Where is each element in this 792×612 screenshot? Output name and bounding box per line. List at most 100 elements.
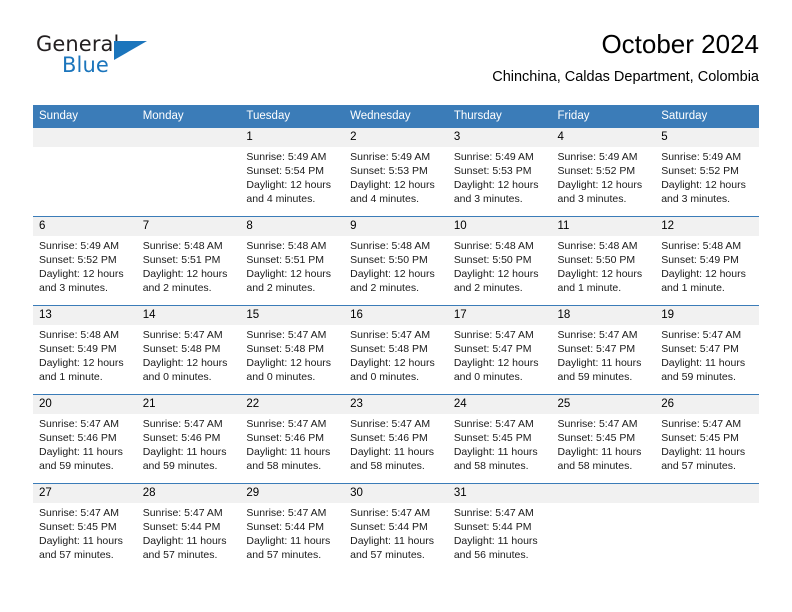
day-details: Sunrise: 5:49 AM Sunset: 5:53 PM Daylight:… xyxy=(344,147,448,206)
weekday-header-thursday: Thursday xyxy=(447,105,552,128)
general-blue-logo[interactable]: General Blue xyxy=(33,32,233,88)
day-detail-line: Sunset: 5:46 PM xyxy=(350,432,428,444)
calendar-day-cell[interactable]: 17 Sunrise: 5:47 AM Sunset: 5:47 PM Dayligh… xyxy=(447,305,552,395)
day-details: Sunrise: 5:49 AM Sunset: 5:53 PM Daylight:… xyxy=(448,147,552,206)
day-detail-line: Daylight: 12 hours xyxy=(39,357,124,369)
weekday-header-saturday: Saturday xyxy=(655,105,759,128)
calendar-day-cell[interactable]: 11 Sunrise: 5:48 AM Sunset: 5:50 PM Dayligh… xyxy=(551,216,656,306)
day-details: Sunrise: 5:48 AM Sunset: 5:50 PM Daylight:… xyxy=(448,236,552,295)
day-detail-line: Daylight: 11 hours xyxy=(246,446,331,458)
day-details: Sunrise: 5:47 AM Sunset: 5:44 PM Daylight:… xyxy=(448,503,552,562)
day-detail-line: Daylight: 12 hours xyxy=(453,179,539,191)
calendar-day-cell[interactable]: 24 Sunrise: 5:47 AM Sunset: 5:45 PM Dayligh… xyxy=(447,394,552,484)
calendar-day-cell[interactable]: 13 Sunrise: 5:48 AM Sunset: 5:49 PM Dayligh… xyxy=(33,305,137,395)
day-detail-line: Sunrise: 5:48 AM xyxy=(142,240,223,252)
calendar-day-cell[interactable]: 16 Sunrise: 5:47 AM Sunset: 5:48 PM Dayligh… xyxy=(344,305,448,395)
calendar-day-cell[interactable]: 4 Sunrise: 5:49 AM Sunset: 5:52 PM Daylight… xyxy=(551,128,656,217)
day-details: Sunrise: 5:47 AM Sunset: 5:44 PM Daylight:… xyxy=(137,503,241,562)
day-number: 23 xyxy=(344,395,448,414)
calendar-day-cell[interactable]: 1 Sunrise: 5:49 AM Sunset: 5:54 PM Daylight… xyxy=(240,128,345,217)
day-detail-line: Sunset: 5:52 PM xyxy=(557,165,636,177)
day-detail-line: and 2 minutes. xyxy=(142,282,212,294)
calendar-day-cell[interactable]: 19 Sunrise: 5:47 AM Sunset: 5:47 PM Dayligh… xyxy=(655,305,759,395)
day-details: Sunrise: 5:47 AM Sunset: 5:46 PM Daylight:… xyxy=(344,414,448,473)
calendar-head: Sunday Monday Tuesday Wednesday Thursday Frid… xyxy=(33,105,759,128)
day-number: 6 xyxy=(33,217,137,236)
day-number: 11 xyxy=(551,217,656,236)
calendar-day-cell[interactable]: 20 Sunrise: 5:47 AM Sunset: 5:46 PM Dayligh… xyxy=(33,394,137,484)
day-detail-line: and 57 minutes. xyxy=(39,549,114,561)
calendar-table: Sunday Monday Tuesday Wednesday Thursday Frid… xyxy=(33,105,759,572)
day-detail-line: Sunrise: 5:47 AM xyxy=(557,418,638,430)
day-detail-line: Daylight: 12 hours xyxy=(557,268,643,280)
calendar-day-cell[interactable]: 8 Sunrise: 5:48 AM Sunset: 5:51 PM Daylight… xyxy=(240,216,345,306)
day-detail-line: Daylight: 12 hours xyxy=(246,357,332,369)
day-details: Sunrise: 5:47 AM Sunset: 5:48 PM Daylight:… xyxy=(240,325,344,384)
day-detail-line: Sunrise: 5:49 AM xyxy=(661,151,742,163)
day-detail-line: Daylight: 11 hours xyxy=(246,535,331,547)
calendar-day-cell[interactable]: 14 Sunrise: 5:47 AM Sunset: 5:48 PM Dayligh… xyxy=(136,305,241,395)
day-number: 2 xyxy=(344,128,448,147)
calendar-day-cell[interactable]: 27 Sunrise: 5:47 AM Sunset: 5:45 PM Dayligh… xyxy=(33,483,137,572)
calendar-week-row: 1 Sunrise: 5:49 AM Sunset: 5:54 PM Daylight… xyxy=(33,128,759,217)
day-detail-line: Daylight: 11 hours xyxy=(453,446,538,458)
calendar-day-cell[interactable]: 7 Sunrise: 5:48 AM Sunset: 5:51 PM Daylight… xyxy=(136,216,241,306)
day-detail-line: Sunset: 5:53 PM xyxy=(350,165,428,177)
day-number: 19 xyxy=(655,306,759,325)
day-details: Sunrise: 5:47 AM Sunset: 5:46 PM Daylight:… xyxy=(137,414,241,473)
calendar-day-cell[interactable]: 3 Sunrise: 5:49 AM Sunset: 5:53 PM Daylight… xyxy=(447,128,552,217)
day-detail-line: and 57 minutes. xyxy=(142,549,218,561)
calendar-day-cell[interactable]: 18 Sunrise: 5:47 AM Sunset: 5:47 PM Dayligh… xyxy=(551,305,656,395)
day-detail-line: Sunrise: 5:49 AM xyxy=(246,151,327,163)
calendar-day-cell[interactable]: 23 Sunrise: 5:47 AM Sunset: 5:46 PM Dayligh… xyxy=(344,394,448,484)
day-number: 4 xyxy=(551,128,656,147)
day-details xyxy=(655,503,759,506)
day-detail-line: Daylight: 11 hours xyxy=(661,357,746,369)
day-detail-line: and 4 minutes. xyxy=(350,193,419,205)
page-subtitle: Chinchina, Caldas Department, Colombia xyxy=(492,69,759,85)
day-detail-line: and 3 minutes. xyxy=(661,193,731,205)
calendar-day-cell[interactable]: 28 Sunrise: 5:47 AM Sunset: 5:44 PM Dayligh… xyxy=(136,483,241,572)
day-details: Sunrise: 5:47 AM Sunset: 5:46 PM Daylight:… xyxy=(33,414,137,473)
calendar-day-cell[interactable]: 22 Sunrise: 5:47 AM Sunset: 5:46 PM Dayligh… xyxy=(240,394,345,484)
day-details: Sunrise: 5:47 AM Sunset: 5:48 PM Daylight:… xyxy=(344,325,448,384)
day-detail-line: and 59 minutes. xyxy=(39,460,114,472)
day-detail-line: Sunrise: 5:48 AM xyxy=(557,240,638,252)
calendar-day-cell[interactable]: 21 Sunrise: 5:47 AM Sunset: 5:46 PM Dayligh… xyxy=(136,394,241,484)
day-details: Sunrise: 5:48 AM Sunset: 5:50 PM Daylight:… xyxy=(344,236,448,295)
day-detail-line: Daylight: 12 hours xyxy=(142,357,228,369)
day-number: 26 xyxy=(655,395,759,414)
logo-triangle-icon xyxy=(114,41,147,60)
day-detail-line: and 0 minutes. xyxy=(142,371,212,383)
day-details: Sunrise: 5:48 AM Sunset: 5:49 PM Daylight:… xyxy=(33,325,137,384)
calendar-day-cell[interactable]: 12 Sunrise: 5:48 AM Sunset: 5:49 PM Dayligh… xyxy=(655,216,759,306)
day-detail-line: and 2 minutes. xyxy=(246,282,316,294)
day-detail-line: and 58 minutes. xyxy=(557,460,633,472)
day-detail-line: Sunrise: 5:47 AM xyxy=(39,418,119,430)
day-detail-line: Sunrise: 5:47 AM xyxy=(350,418,431,430)
calendar-day-cell[interactable]: 29 Sunrise: 5:47 AM Sunset: 5:44 PM Dayligh… xyxy=(240,483,345,572)
calendar-day-cell[interactable]: 2 Sunrise: 5:49 AM Sunset: 5:53 PM Daylight… xyxy=(344,128,448,217)
day-detail-line: and 58 minutes. xyxy=(350,460,425,472)
calendar-day-cell[interactable]: 10 Sunrise: 5:48 AM Sunset: 5:50 PM Dayligh… xyxy=(447,216,552,306)
calendar-day-cell[interactable]: 6 Sunrise: 5:49 AM Sunset: 5:52 PM Daylight… xyxy=(33,216,137,306)
day-detail-line: Sunset: 5:49 PM xyxy=(661,254,739,266)
day-detail-line: Daylight: 11 hours xyxy=(350,535,434,547)
calendar-day-cell[interactable]: 5 Sunrise: 5:49 AM Sunset: 5:52 PM Daylight… xyxy=(655,128,759,217)
day-detail-line: Daylight: 11 hours xyxy=(557,357,642,369)
day-detail-line: and 59 minutes. xyxy=(557,371,633,383)
calendar-day-cell[interactable]: 9 Sunrise: 5:48 AM Sunset: 5:50 PM Daylight… xyxy=(344,216,448,306)
day-detail-line: Daylight: 11 hours xyxy=(142,535,227,547)
calendar-day-cell[interactable]: 25 Sunrise: 5:47 AM Sunset: 5:45 PM Dayligh… xyxy=(551,394,656,484)
calendar-day-cell[interactable]: 26 Sunrise: 5:47 AM Sunset: 5:45 PM Dayligh… xyxy=(655,394,759,484)
day-detail-line: Daylight: 11 hours xyxy=(350,446,434,458)
calendar-week-row: 6 Sunrise: 5:49 AM Sunset: 5:52 PM Daylight… xyxy=(33,216,759,306)
calendar-day-cell[interactable]: 31 Sunrise: 5:47 AM Sunset: 5:44 PM Dayligh… xyxy=(447,483,552,572)
weekday-header-row: Sunday Monday Tuesday Wednesday Thursday Frid… xyxy=(33,105,759,128)
day-detail-line: Sunset: 5:46 PM xyxy=(246,432,325,444)
day-details: Sunrise: 5:48 AM Sunset: 5:51 PM Daylight:… xyxy=(240,236,344,295)
day-detail-line: and 57 minutes. xyxy=(661,460,736,472)
calendar-day-cell[interactable]: 15 Sunrise: 5:47 AM Sunset: 5:48 PM Dayligh… xyxy=(240,305,345,395)
calendar-day-cell[interactable]: 30 Sunrise: 5:47 AM Sunset: 5:44 PM Dayligh… xyxy=(344,483,448,572)
day-detail-line: Sunrise: 5:48 AM xyxy=(453,240,534,252)
